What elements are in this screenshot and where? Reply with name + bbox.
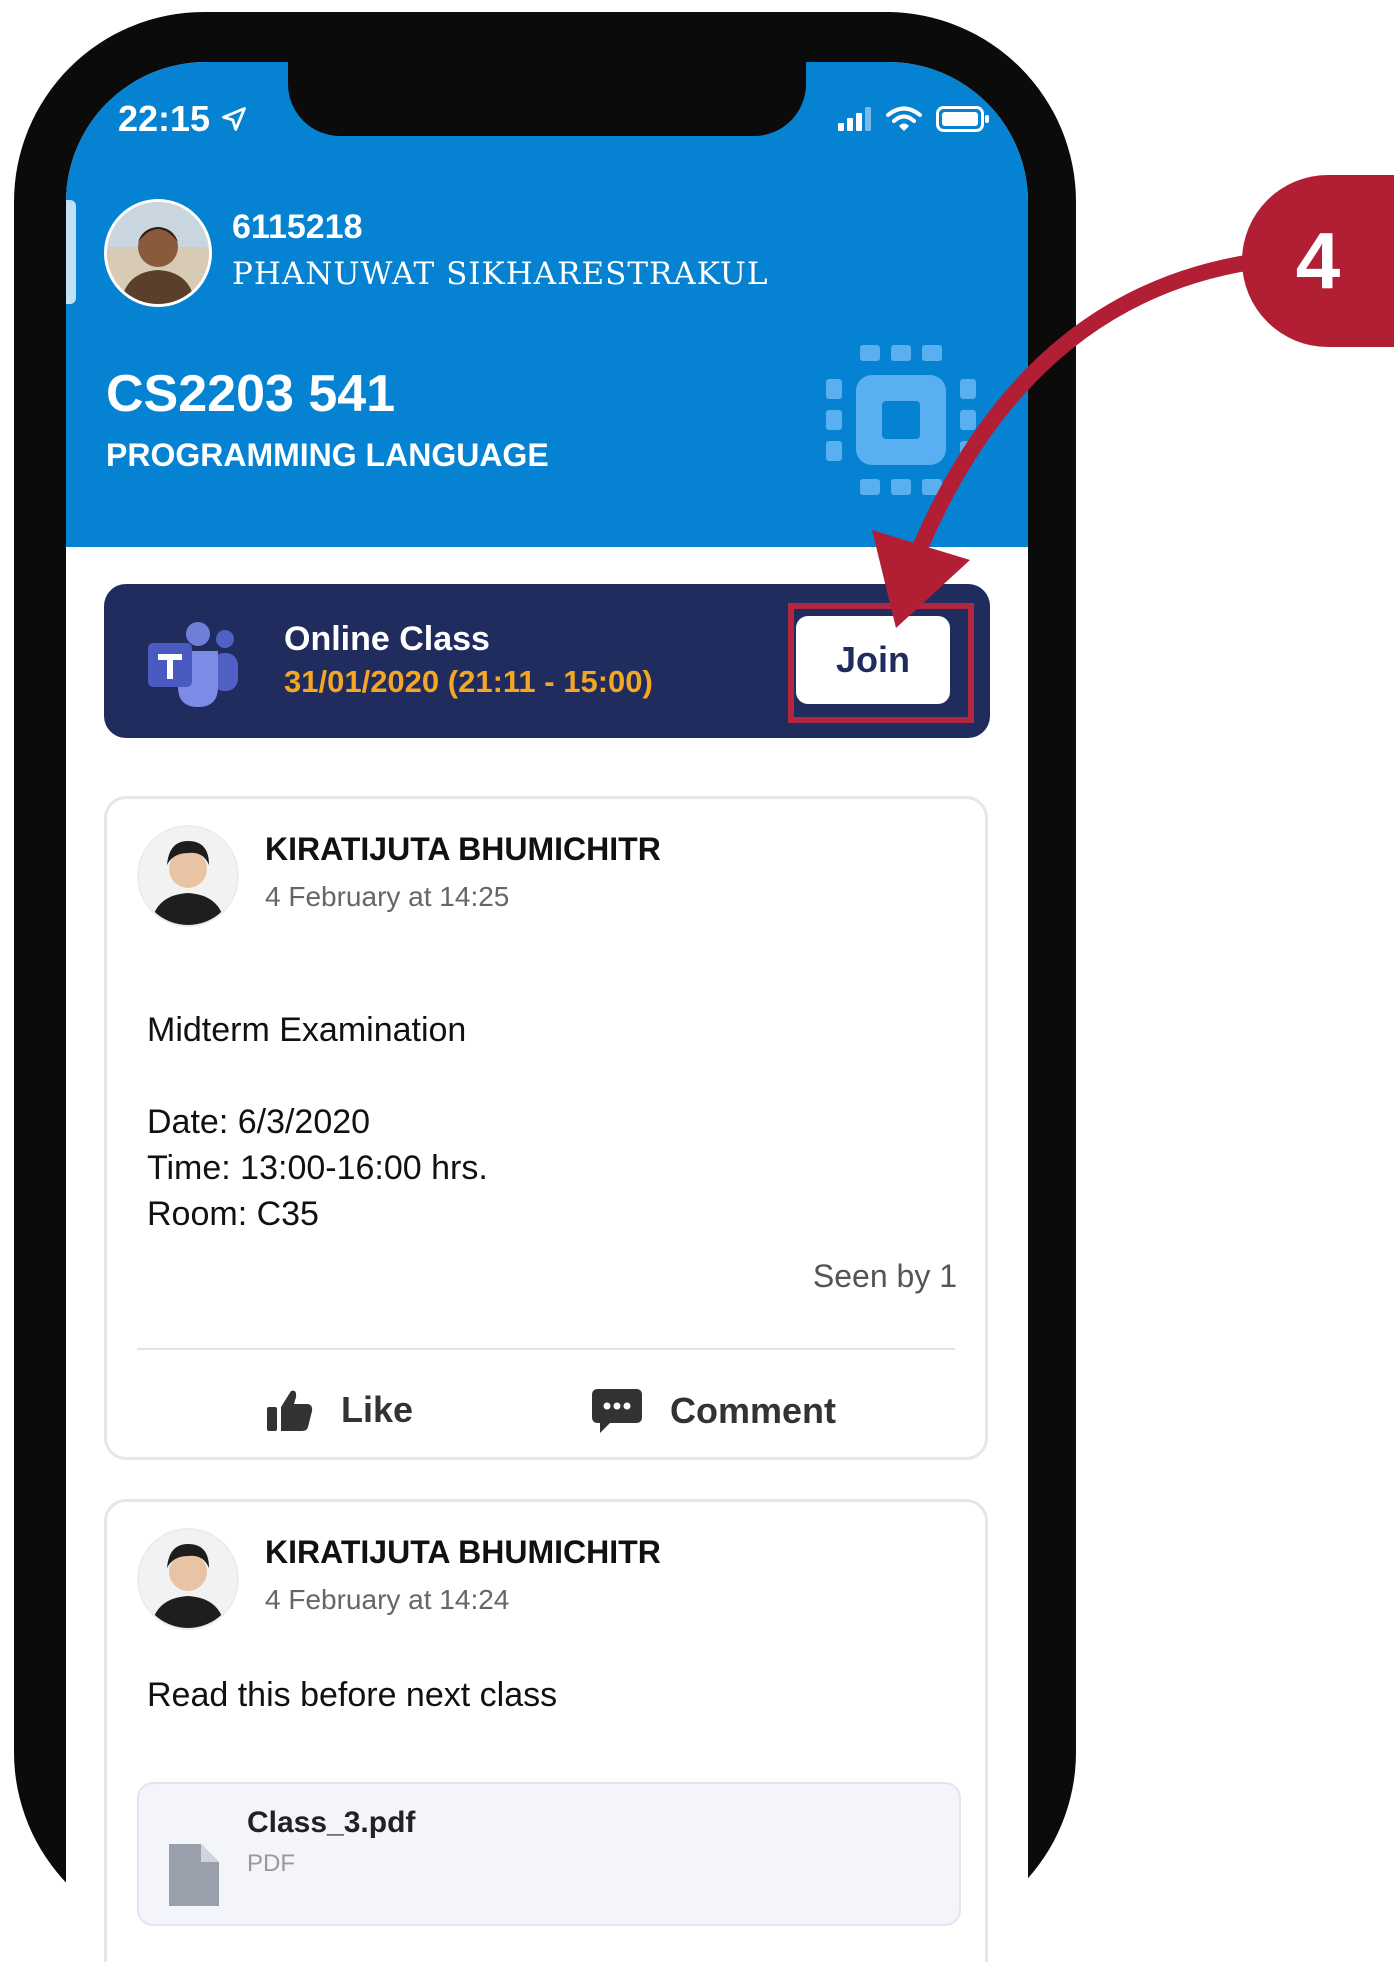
post-divider — [137, 1348, 955, 1350]
seen-by-count[interactable]: Seen by 1 — [813, 1258, 957, 1295]
post-timestamp: 4 February at 14:25 — [265, 881, 510, 912]
phone-notch — [288, 62, 806, 136]
comment-bubble-icon — [592, 1389, 642, 1433]
post-card: KIRATIJUTA BHUMICHITR 4 February at 14:2… — [104, 796, 988, 1460]
online-class-title: Online Class — [284, 620, 490, 658]
attachment-file-name: Class_3.pdf — [247, 1806, 416, 1839]
document-file-icon — [169, 1844, 219, 1906]
author-photo-icon — [139, 827, 237, 925]
status-bar-time: 22:15 — [118, 98, 248, 140]
cellular-signal-icon — [838, 107, 871, 131]
file-attachment[interactable]: Class_3.pdf PDF — [137, 1782, 961, 1926]
like-button[interactable]: Like — [267, 1389, 413, 1431]
course-code: CS2203 541 — [106, 365, 396, 423]
online-class-banner: Online Class 31/01/2020 (21:11 - 15:00) … — [104, 584, 990, 738]
profile-photo-icon — [107, 202, 209, 304]
step-number-badge: 4 — [1242, 175, 1394, 347]
course-name: PROGRAMMING LANGUAGE — [106, 437, 549, 473]
thumbs-up-icon — [267, 1390, 313, 1431]
student-name: PHANUWAT SIKHARESTRAKUL — [232, 256, 769, 292]
side-drawer-handle[interactable] — [66, 200, 76, 304]
post-content: Midterm Examination Date: 6/3/2020 Time:… — [147, 1011, 488, 1233]
ms-teams-icon — [148, 622, 238, 707]
location-arrow-icon — [222, 107, 246, 131]
author-photo-icon — [139, 1530, 237, 1628]
attachment-file-type: PDF — [247, 1850, 295, 1877]
post-author-avatar[interactable] — [137, 1528, 239, 1630]
post-card: KIRATIJUTA BHUMICHITR 4 February at 14:2… — [104, 1499, 988, 1962]
status-time-text: 22:15 — [118, 98, 211, 139]
comment-label: Comment — [670, 1390, 837, 1431]
online-class-schedule: 31/01/2020 (21:11 - 15:00) — [284, 664, 653, 699]
battery-icon — [936, 106, 989, 132]
post-author-name[interactable]: KIRATIJUTA BHUMICHITR — [265, 831, 661, 868]
join-button[interactable]: Join — [796, 616, 950, 704]
like-label: Like — [341, 1389, 414, 1430]
profile-avatar[interactable] — [104, 199, 212, 307]
app-screen: 22:15 6115218 PHANUWAT SIKHARESTRAKUL CS… — [66, 62, 1028, 1962]
cpu-chip-icon — [826, 345, 976, 495]
post-author-avatar[interactable] — [137, 825, 239, 927]
student-id: 6115218 — [232, 208, 363, 246]
step-number: 4 — [1295, 216, 1341, 305]
post-timestamp: 4 February at 14:24 — [265, 1584, 510, 1615]
post-author-name[interactable]: KIRATIJUTA BHUMICHITR — [265, 1534, 661, 1571]
wifi-icon — [886, 106, 922, 131]
comment-button[interactable]: Comment — [592, 1389, 836, 1433]
status-bar-indicators — [838, 106, 990, 132]
post-content: Read this before next class — [147, 1676, 558, 1714]
